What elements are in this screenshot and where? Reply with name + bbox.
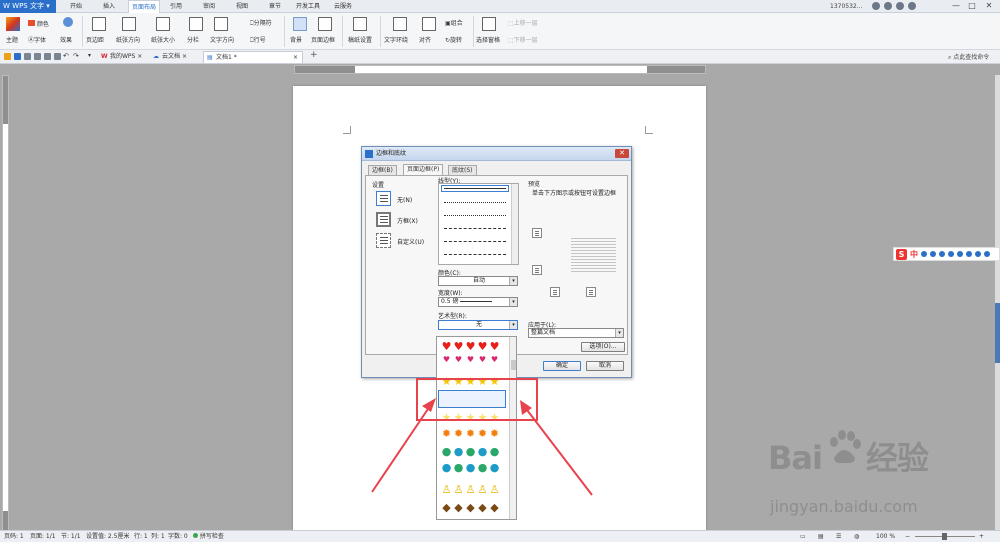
check-icon: [193, 533, 198, 538]
watermark-brand: Bai 经验: [768, 439, 929, 477]
watermark-url: jingyan.baidu.com: [770, 497, 918, 516]
status-bar: 页码: 1 页面: 1/1 节: 1/1 设置值: 2.5厘米 行: 1 列: …: [0, 530, 1000, 542]
zoom-out-icon[interactable]: −: [905, 531, 910, 542]
status-row[interactable]: 行: 1: [134, 531, 148, 542]
view-mode-outline-icon[interactable]: ☰: [836, 531, 841, 542]
status-pages[interactable]: 页面: 1/1: [30, 531, 56, 542]
zoom-in-icon[interactable]: +: [979, 531, 984, 542]
status-page-number[interactable]: 页码: 1: [4, 531, 24, 542]
status-word-count[interactable]: 字数: 0: [168, 531, 188, 542]
view-mode-page-icon[interactable]: ▭: [800, 531, 806, 542]
status-column[interactable]: 列: 1: [151, 531, 165, 542]
arrow-head-icon: [422, 398, 436, 412]
annotation-arrow-right: [523, 405, 593, 496]
zoom-slider-handle[interactable]: [942, 533, 947, 540]
view-mode-read-icon[interactable]: ▤: [818, 531, 824, 542]
zoom-level[interactable]: 100 %: [876, 531, 895, 542]
view-mode-web-icon[interactable]: ◍: [854, 531, 859, 542]
status-setting-value[interactable]: 设置值: 2.5厘米: [86, 531, 129, 542]
annotation-arrow-left: [371, 402, 433, 493]
spell-check-toggle[interactable]: 拼写检查: [193, 531, 224, 542]
status-section[interactable]: 节: 1/1: [61, 531, 81, 542]
